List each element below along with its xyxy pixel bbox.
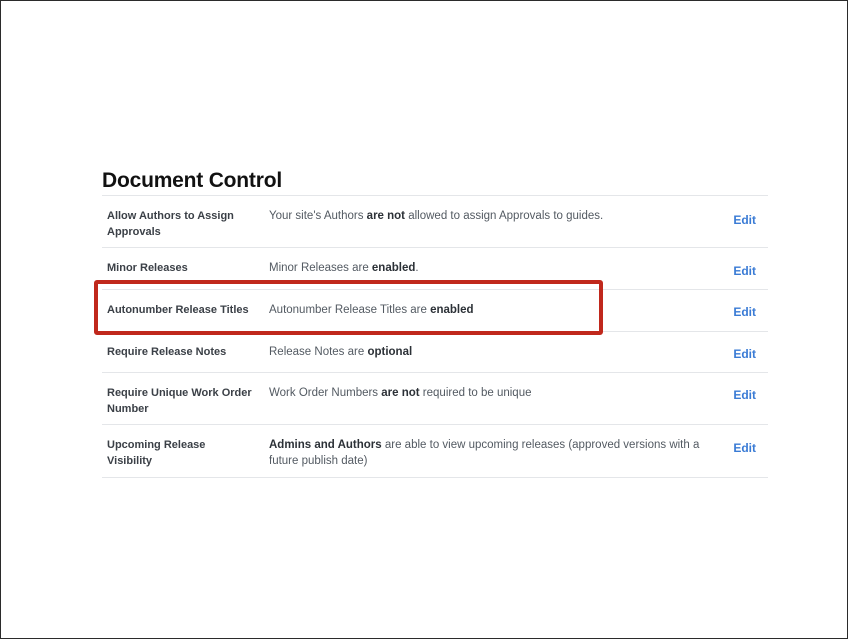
- edit-link[interactable]: Edit: [733, 264, 756, 278]
- setting-description: Work Order Numbers are not required to b…: [269, 385, 719, 401]
- highlight-box: [94, 280, 603, 335]
- setting-description-text: Release Notes are: [269, 346, 368, 358]
- setting-description: Minor Releases are enabled.: [269, 260, 719, 276]
- setting-description-emphasis: Admins and Authors: [269, 439, 382, 451]
- setting-row: Upcoming Release Visibility Admins and Au…: [102, 425, 768, 478]
- setting-description-emphasis: optional: [367, 346, 413, 358]
- setting-row: Require Release Notes Release Notes are o…: [102, 332, 768, 373]
- settings-list: Allow Authors to Assign Approvals Your si…: [102, 195, 768, 478]
- setting-description: Admins and Authors are able to view upco…: [269, 437, 719, 469]
- setting-row: Allow Authors to Assign Approvals Your si…: [102, 196, 768, 248]
- setting-label: Upcoming Release Visibility: [107, 439, 206, 467]
- setting-label: Allow Authors to Assign Approvals: [107, 210, 234, 238]
- setting-description-text: required to be unique: [419, 387, 532, 399]
- setting-description-text: Work Order Numbers: [269, 387, 382, 399]
- edit-link[interactable]: Edit: [733, 305, 756, 319]
- setting-label: Minor Releases: [107, 262, 188, 274]
- setting-description-emphasis: are not: [366, 210, 406, 222]
- setting-description-emphasis: enabled: [371, 262, 416, 274]
- setting-description-text: Minor Releases are: [269, 262, 372, 274]
- edit-link[interactable]: Edit: [733, 213, 756, 227]
- setting-label: Require Unique Work Order Number: [107, 387, 252, 415]
- setting-description-emphasis: are not: [381, 387, 420, 399]
- setting-description-text: allowed to assign Approvals to guides.: [405, 210, 604, 222]
- setting-row: Require Unique Work Order Number Work Ord…: [102, 373, 768, 425]
- section-title: Document Control: [102, 169, 282, 192]
- setting-description: Release Notes are optional: [269, 344, 719, 360]
- setting-description-text: Your site's Authors: [269, 210, 367, 222]
- edit-link[interactable]: Edit: [733, 441, 756, 455]
- setting-label: Require Release Notes: [107, 346, 227, 358]
- setting-description-text: .: [415, 262, 419, 274]
- edit-link[interactable]: Edit: [733, 388, 756, 402]
- edit-link[interactable]: Edit: [733, 347, 756, 361]
- setting-description: Your site's Authors are not allowed to a…: [269, 208, 719, 224]
